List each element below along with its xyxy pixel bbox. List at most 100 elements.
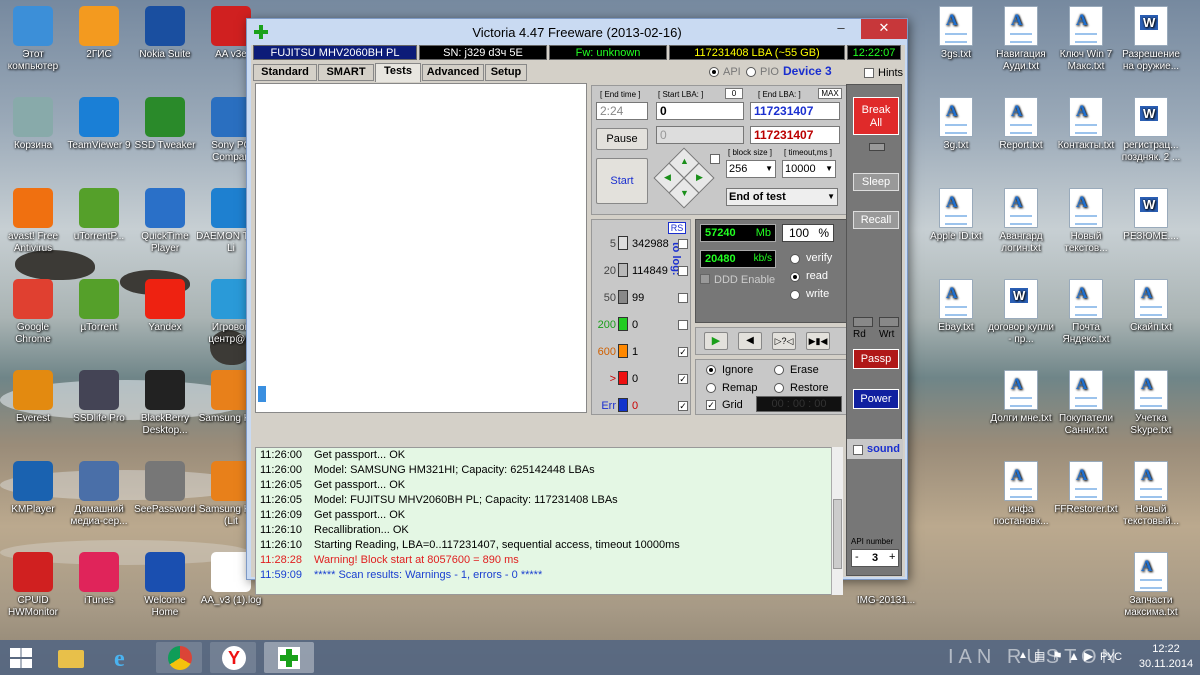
tray-time[interactable]: 12:22 [1140,643,1192,655]
api-radio[interactable] [709,67,719,77]
desktop-file-icon[interactable]: Apple ID.txt [921,188,991,255]
desktop-file-icon[interactable]: Новый текстов... [1051,188,1121,255]
sleep-button[interactable]: Sleep [853,173,899,191]
desktop-file-icon[interactable]: Скайп.txt [1116,279,1186,346]
desktop-file-icon[interactable]: Авангард логин.txt [986,188,1056,255]
timeout-select[interactable]: 10000 [782,160,836,178]
tray-date[interactable]: 30.11.2014 [1136,658,1196,670]
power-button[interactable]: Power [853,389,899,409]
desktop-file-icon[interactable]: Долги мне.txt [986,370,1056,437]
desktop-icon[interactable]: Домашний медиа-сер... [64,461,134,528]
volume-icon[interactable]: ▶ [1084,649,1093,663]
log-checkbox[interactable] [678,239,688,249]
desktop-icon[interactable]: Nokia Suite [130,6,200,73]
desktop-file-icon[interactable]: Ключ Win 7 Макс.txt [1051,6,1121,73]
break-all-button[interactable]: Break All [853,97,899,135]
pause-button[interactable]: Pause [596,128,648,150]
desktop-file-icon[interactable]: Зg.txt [921,97,991,164]
flag-icon[interactable]: ⚑ [1052,649,1063,663]
desktop-icon[interactable]: BlackBerry Desktop... [130,370,200,437]
desktop-icon[interactable]: QuickTime Player [130,188,200,255]
log-panel[interactable]: 11:26:00 Get passport... OK 11:26:00 Model:… [255,447,843,595]
desktop-icon[interactable]: SeePassword [130,461,200,528]
desktop-icon[interactable]: Корзина [0,97,68,164]
desktop-file-icon[interactable]: Навигация Ауди.txt [986,6,1056,73]
tab-setup[interactable]: Setup [485,64,527,81]
desktop-icon[interactable]: iTunes [64,552,134,619]
rewind-button[interactable]: ◀ [738,332,762,350]
desktop-icon[interactable]: KMPlayer [0,461,68,528]
ignore-radio[interactable] [706,365,716,375]
tab-advanced[interactable]: Advanced [422,64,484,81]
direction-pad[interactable]: ▲ ◀ ▶ ▼ [653,147,715,209]
desktop-file-icon[interactable]: Разрешение на оружие... [1116,6,1186,73]
desktop-icon[interactable]: SSD Tweaker [130,97,200,164]
recall-button[interactable]: Recall [853,211,899,229]
tab-tests[interactable]: Tests [375,63,421,82]
signal-icon[interactable]: ▲ [1068,649,1080,663]
end-lba-current[interactable]: 117231407 [750,126,840,144]
tray-up-icon[interactable]: ▲ [1018,650,1028,661]
language-indicator[interactable]: РУС [1100,651,1122,663]
desktop-icon[interactable]: Everest [0,370,68,437]
title-bar[interactable]: Victoria 4.47 Freeware (2013-02-16) – □ … [247,19,907,46]
close-button[interactable]: ✕ [861,19,907,39]
erase-radio[interactable] [774,365,784,375]
passp-button[interactable]: Passp [853,349,899,369]
desktop-icon[interactable]: TeamViewer 9 [64,97,134,164]
log-checkbox[interactable]: ✓ [678,401,688,411]
taskbar-ie[interactable]: e [102,642,148,673]
grid-checkbox[interactable]: ✓ [706,400,716,410]
desktop-file-icon[interactable]: Report.txt [986,97,1056,164]
max-button[interactable]: MAX [818,88,842,99]
block-size-select[interactable]: 256 [726,160,776,178]
rs-button[interactable]: RS [668,222,686,234]
end-button[interactable]: ▶▮◀ [806,332,830,350]
desktop-icon[interactable]: Welcome Home [130,552,200,619]
desktop-file-icon[interactable]: FFRestorer.txt [1051,461,1121,528]
tab-standard[interactable]: Standard [253,64,317,81]
restore-radio[interactable] [774,383,784,393]
desktop-file-icon[interactable]: Контакты.txt [1051,97,1121,164]
pio-radio[interactable] [746,67,756,77]
desktop-file-icon[interactable]: Зgs.txt [921,6,991,73]
scrollbar-thumb[interactable] [833,499,842,569]
desktop-icon[interactable]: CPUID HWMonitor [0,552,68,619]
dpad-checkbox[interactable] [710,154,720,164]
desktop-icon[interactable]: 2ГИС [64,6,134,73]
desktop-file-icon[interactable]: регистрац... поздняк. 2 ... [1116,97,1186,164]
tab-smart[interactable]: SMART [318,64,374,81]
log-checkbox[interactable] [678,320,688,330]
desktop-file-icon[interactable]: Учетка Skype.txt [1116,370,1186,437]
desktop-icon[interactable]: Google Chrome [0,279,68,346]
remap-radio[interactable] [706,383,716,393]
taskbar-explorer[interactable] [48,642,94,673]
write-radio[interactable] [790,290,800,300]
seek-button[interactable]: ▷?◁ [772,332,796,350]
log-checkbox[interactable] [678,293,688,303]
verify-radio[interactable] [790,254,800,264]
desktop-file-icon[interactable]: Ebay.txt [921,279,991,346]
desktop-icon[interactable]: avast! Free Antivirus [0,188,68,255]
api-number-spinner[interactable]: - 3 + [851,549,899,567]
desktop-file-icon[interactable]: инфа постановк... [986,461,1056,528]
desktop-file-icon[interactable]: Новый текстовый... [1116,461,1186,528]
desktop-icon[interactable]: µTorrent [64,279,134,346]
log-checkbox[interactable]: ✓ [678,374,688,384]
start-lba-input[interactable]: 0 [656,102,744,120]
desktop-file-icon[interactable]: Почта Яндекс.txt [1051,279,1121,346]
desktop-file-icon[interactable]: договор купли - пр... [986,279,1056,346]
read-radio[interactable] [790,272,800,282]
hints-checkbox[interactable] [864,68,874,78]
log-checkbox[interactable]: ✓ [678,347,688,357]
network-icon[interactable]: ▤ [1034,649,1045,663]
play-button[interactable]: ▶ [704,332,728,350]
ddd-checkbox[interactable] [700,274,710,284]
taskbar-victoria[interactable] [264,642,314,673]
start-button[interactable]: Start [596,158,648,204]
api-minus[interactable]: - [855,551,859,563]
desktop-icon[interactable]: SSDlife Pro [64,370,134,437]
sound-checkbox[interactable] [853,445,863,455]
desktop-icon[interactable]: Yandex [130,279,200,346]
log-checkbox[interactable] [678,266,688,276]
